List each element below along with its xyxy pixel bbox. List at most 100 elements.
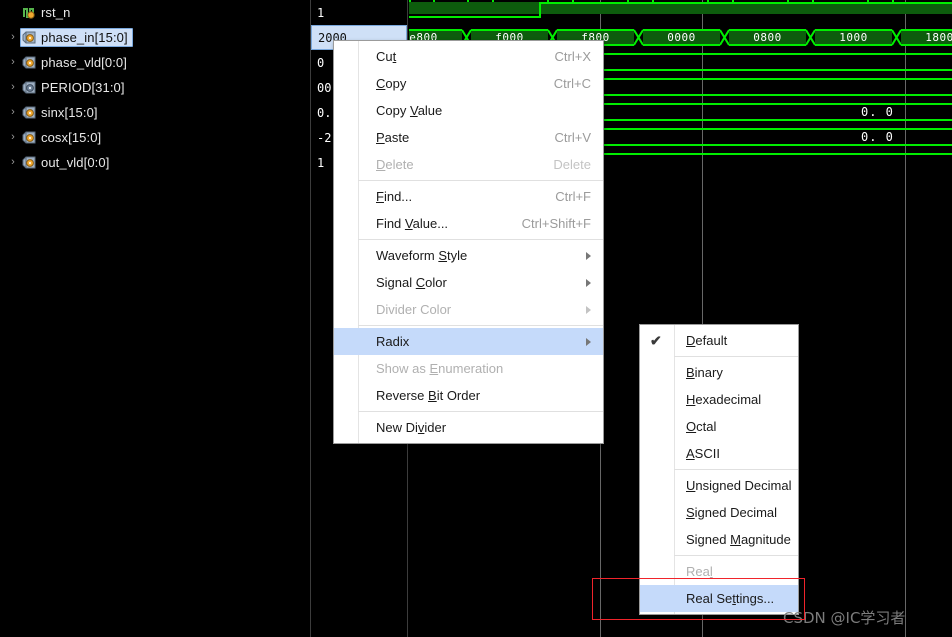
menu-item-find-value[interactable]: Find Value... Ctrl+Shift+F	[334, 210, 603, 237]
waveform-viewer-window: ›rst_n›phase_in[15:0]›phase_vld[0:0]›PER…	[0, 0, 952, 637]
menu-item-copy-value[interactable]: Copy Value	[334, 97, 603, 124]
menu-item-radix[interactable]: Radix	[334, 328, 603, 355]
waveform-gridline	[600, 500, 601, 525]
radix-item-label: Real Settings...	[686, 591, 775, 606]
waveform-gridline	[702, 250, 703, 275]
signal-label-sinx-15-0[interactable]: sinx[15:0]	[20, 103, 103, 122]
waveform-gridline	[702, 300, 703, 325]
expand-chevron-icon[interactable]: ›	[6, 32, 20, 43]
radix-item-label: ASCII	[686, 446, 720, 461]
radix-item-binary[interactable]: Binary	[640, 359, 798, 386]
menu-item-label: Cut	[376, 49, 397, 64]
menu-item-label: Find...	[376, 189, 413, 204]
radix-item-signed-magnitude[interactable]: Signed Magnitude	[640, 526, 798, 553]
signal-row: › cosx[15:0]	[0, 125, 310, 150]
waveform-level-high	[539, 2, 952, 4]
waveform-gridline	[905, 450, 906, 475]
submenu-arrow-icon	[586, 305, 591, 314]
waveform-gridline	[702, 225, 703, 250]
waveform-gridline	[905, 350, 906, 375]
bus-value-label: 0. 0	[861, 130, 894, 144]
waveform-gridline	[905, 250, 906, 275]
menu-item-shortcut: Ctrl+X	[554, 49, 591, 64]
radix-submenu[interactable]: ✔ Default Binary Hexadecimal Octal ASCII Unsig…	[639, 324, 799, 615]
signal-label-rst-n[interactable]: rst_n	[20, 3, 75, 22]
radix-item-real-settings[interactable]: Real Settings...	[640, 585, 798, 612]
radix-item-label: Binary	[686, 365, 723, 380]
menu-item-cut[interactable]: Cut Ctrl+X	[334, 43, 603, 70]
signal-row: › phase_vld[0:0]	[0, 50, 310, 75]
signal-context-menu[interactable]: Cut Ctrl+X Copy Ctrl+C Copy Value Paste Ctrl+V…	[333, 40, 604, 444]
waveform-gridline	[600, 525, 601, 550]
radix-item-signed-decimal[interactable]: Signed Decimal	[640, 499, 798, 526]
waveform-gridline	[905, 375, 906, 400]
signal-label-out-vld-0-0[interactable]: out_vld[0:0]	[20, 153, 114, 172]
signal-bus-icon	[22, 31, 36, 45]
menu-item-signal-color[interactable]: Signal Color	[334, 269, 603, 296]
menu-item-label: Copy	[376, 76, 407, 91]
signal-name-text: out_vld[0:0]	[41, 155, 110, 170]
menu-item-paste[interactable]: Paste Ctrl+V	[334, 124, 603, 151]
menu-item-find[interactable]: Find... Ctrl+F	[334, 183, 603, 210]
radix-item-octal[interactable]: Octal	[640, 413, 798, 440]
menu-item-shortcut: Delete	[553, 157, 591, 172]
signal-label-period-31-0[interactable]: PERIOD[31:0]	[20, 78, 130, 97]
menu-separator-3	[358, 325, 603, 326]
menu-item-label: Copy Value	[376, 103, 443, 118]
menu-separator-1	[358, 180, 603, 181]
menu-item-label: Radix	[376, 334, 410, 349]
menu-item-label: Signal Color	[376, 275, 447, 290]
menu-item-waveform-style[interactable]: Waveform Style	[334, 242, 603, 269]
radix-item-unsigned-decimal[interactable]: Unsigned Decimal	[640, 472, 798, 499]
waveform-gridline	[905, 550, 906, 575]
expand-chevron-icon[interactable]: ›	[6, 107, 20, 118]
waveform-gridline	[600, 450, 601, 475]
expand-chevron-icon[interactable]: ›	[6, 57, 20, 68]
signal-name-text: cosx[15:0]	[41, 130, 102, 145]
menu-item-show-as-enumeration: Show as Enumeration	[334, 355, 603, 382]
waveform-gridline	[905, 225, 906, 250]
waveform-gridline	[905, 500, 906, 525]
menu-item-shortcut: Ctrl+C	[553, 76, 591, 91]
waveform-gridline	[600, 550, 601, 575]
radix-item-default[interactable]: ✔ Default	[640, 327, 798, 354]
signal-row: › phase_in[15:0]	[0, 25, 310, 50]
signal-1bit-icon	[22, 6, 36, 20]
radix-item-hexadecimal[interactable]: Hexadecimal	[640, 386, 798, 413]
signal-row: › sinx[15:0]	[0, 100, 310, 125]
radix-item-label: Default	[686, 333, 728, 348]
menu-separator-4	[358, 411, 603, 412]
menu-item-new-divider[interactable]: New Divider	[334, 414, 603, 441]
bus-transition-marker	[891, 29, 902, 46]
signal-const-icon	[22, 81, 36, 95]
signal-label-phase-in-15-0[interactable]: phase_in[15:0]	[20, 28, 133, 47]
radix-item-label: Signed Magnitude	[686, 532, 791, 547]
signal-name-pane: ›rst_n›phase_in[15:0]›phase_vld[0:0]›PER…	[0, 0, 310, 637]
waveform-gridline	[702, 175, 703, 200]
bus-transition-marker	[805, 29, 816, 46]
menu-item-reverse-bit-order[interactable]: Reverse Bit Order	[334, 382, 603, 409]
waveform-gridline	[600, 575, 601, 600]
waveform-gridline	[905, 275, 906, 300]
menu-item-shortcut: Ctrl+Shift+F	[521, 216, 591, 231]
expand-chevron-icon[interactable]: ›	[6, 157, 20, 168]
expand-chevron-icon[interactable]: ›	[6, 132, 20, 143]
menu-item-label: Find Value...	[376, 216, 449, 231]
submenu-arrow-icon	[586, 337, 591, 346]
signal-name-text: rst_n	[41, 5, 71, 20]
menu-item-label: Waveform Style	[376, 248, 468, 263]
signal-label-phase-vld-0-0[interactable]: phase_vld[0:0]	[20, 53, 132, 72]
expand-chevron-icon[interactable]: ›	[6, 82, 20, 93]
signal-label-cosx-15-0[interactable]: cosx[15:0]	[20, 128, 106, 147]
radix-item-label: Real	[686, 564, 713, 579]
radix-item-ascii[interactable]: ASCII	[640, 440, 798, 467]
signal-name-text: PERIOD[31:0]	[41, 80, 125, 95]
bus-segment: 0000	[643, 29, 720, 46]
radix-item-label: Hexadecimal	[686, 392, 762, 407]
waveform-gridline	[600, 625, 601, 637]
menu-item-copy[interactable]: Copy Ctrl+C	[334, 70, 603, 97]
menu-item-divider-color: Divider Color	[334, 296, 603, 323]
watermark-text: CSDN @IC学习者	[783, 609, 906, 627]
signal-value-cell: 1	[317, 5, 325, 20]
radix-item-real: Real	[640, 558, 798, 585]
